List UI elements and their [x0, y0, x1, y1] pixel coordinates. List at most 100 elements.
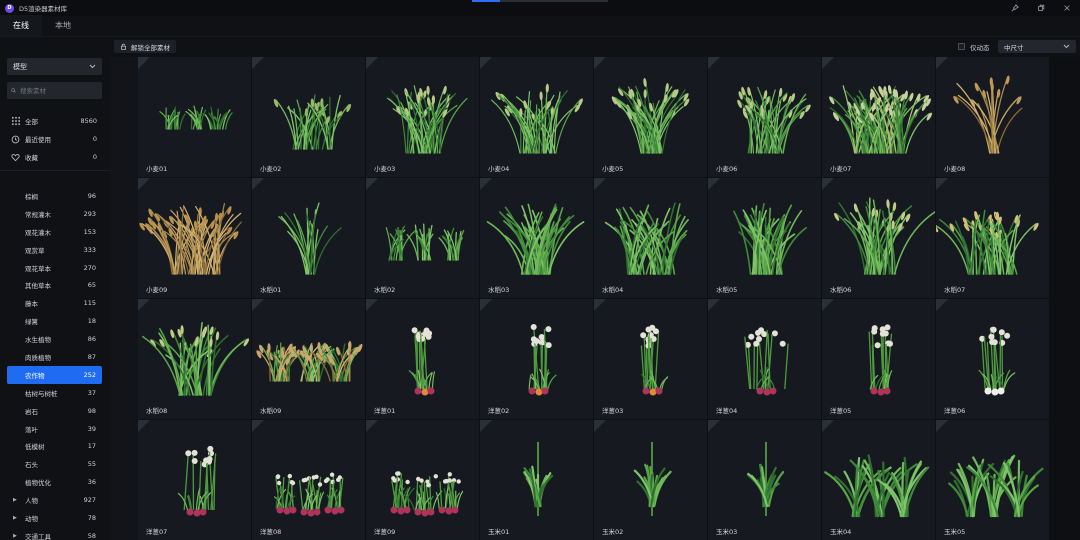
asset-thumbnail: [744, 327, 789, 396]
asset-card[interactable]: 洋葱09: [366, 420, 479, 540]
asset-card[interactable]: 小麦07: [822, 57, 935, 177]
asset-card[interactable]: 小麦09: [138, 178, 251, 298]
asset-name: 水稻01: [260, 286, 282, 294]
sidebar-category[interactable]: 农作物 252: [7, 365, 102, 384]
asset-thumbnail: [829, 85, 932, 154]
sidebar-category[interactable]: 观赏草 333: [7, 241, 102, 259]
sidebar-category[interactable]: 植物优化 36: [7, 473, 102, 491]
asset-card[interactable]: 洋葱01: [366, 299, 479, 419]
grid-right-gutter: [1053, 57, 1080, 540]
category-count: 270: [83, 263, 96, 272]
asset-card[interactable]: 小麦02: [252, 57, 365, 177]
asset-card[interactable]: 小麦04: [480, 57, 593, 177]
category-count: 17: [87, 442, 96, 451]
quick-favorites[interactable]: 收藏 0: [0, 148, 110, 166]
asset-thumbnail: [278, 202, 342, 275]
search-input[interactable]: [20, 86, 98, 95]
expand-arrow-icon[interactable]: ▶: [13, 533, 25, 539]
quick-recent[interactable]: 最近使用 0: [0, 130, 110, 148]
search-box[interactable]: [7, 82, 102, 99]
asset-card[interactable]: 水稻03: [480, 178, 593, 298]
asset-card[interactable]: 玉米05: [936, 420, 1049, 540]
asset-name: 玉米03: [716, 528, 738, 536]
category-label: 水生植物: [25, 336, 51, 345]
asset-card[interactable]: 洋葱02: [480, 299, 593, 419]
source-tabs: 在线 本地: [0, 15, 1080, 37]
asset-name: 水稻02: [374, 286, 396, 294]
asset-card[interactable]: 小麦08: [936, 57, 1049, 177]
search-icon: [11, 88, 16, 93]
sidebar-category[interactable]: 落叶 39: [7, 420, 102, 438]
asset-card[interactable]: 水稻05: [708, 178, 821, 298]
sidebar-category[interactable]: 石头 55: [7, 455, 102, 473]
sidebar-category[interactable]: 藤本 115: [7, 294, 102, 312]
asset-thumbnail: [385, 223, 465, 261]
sidebar-category[interactable]: 岩石 98: [7, 402, 102, 420]
category-label: 落叶: [25, 425, 38, 434]
asset-type-value: 模型: [13, 62, 27, 71]
asset-card[interactable]: 水稻02: [366, 178, 479, 298]
tab-local[interactable]: 本地: [42, 15, 84, 36]
size-select[interactable]: 中尺寸: [998, 40, 1076, 53]
animated-only-checkbox[interactable]: [958, 43, 965, 50]
sidebar-category[interactable]: ▶ 动物 78: [7, 509, 102, 527]
asset-card[interactable]: 洋葱05: [822, 299, 935, 419]
asset-name: 洋葱03: [602, 407, 624, 415]
sidebar-category[interactable]: 肉质植物 87: [7, 348, 102, 366]
quick-favorites-label: 收藏: [25, 154, 38, 162]
sidebar-category[interactable]: 观花灌木 153: [7, 223, 102, 241]
pin-icon: [1011, 4, 1019, 12]
sidebar-category[interactable]: 观花草本 270: [7, 259, 102, 277]
asset-thumbnail: [408, 327, 435, 396]
sidebar-category[interactable]: 水生植物 86: [7, 330, 102, 348]
sidebar-category[interactable]: ▶ 交通工具 58: [7, 527, 102, 540]
asset-card[interactable]: 玉米01: [480, 420, 593, 540]
asset-card[interactable]: 水稻07: [936, 178, 1049, 298]
asset-name: 小麦09: [146, 286, 168, 294]
asset-card[interactable]: 小麦01: [138, 57, 251, 177]
asset-card[interactable]: 水稻09: [252, 299, 365, 419]
asset-type-select[interactable]: 模型: [7, 58, 102, 75]
category-count: 927: [83, 496, 96, 505]
asset-card[interactable]: 玉米04: [822, 420, 935, 540]
tab-online[interactable]: 在线: [0, 15, 42, 36]
asset-card[interactable]: 洋葱04: [708, 299, 821, 419]
category-count: 86: [87, 335, 96, 344]
close-button[interactable]: [1054, 0, 1080, 16]
category-count: 87: [87, 352, 96, 361]
sidebar-category[interactable]: 绿篱 18: [7, 312, 102, 330]
asset-card[interactable]: 水稻08: [138, 299, 251, 419]
pin-button[interactable]: [1002, 0, 1028, 16]
asset-card[interactable]: 小麦03: [366, 57, 479, 177]
asset-card[interactable]: 洋葱07: [138, 420, 251, 540]
animated-only-toggle[interactable]: 仅动态: [958, 40, 990, 53]
asset-card[interactable]: 玉米03: [708, 420, 821, 540]
asset-name: 洋葱09: [374, 528, 396, 536]
asset-card[interactable]: 水稻06: [822, 178, 935, 298]
sidebar-category[interactable]: ▶ 人物 927: [7, 491, 102, 509]
sidebar-category[interactable]: 枯树与树桩 37: [7, 384, 102, 402]
asset-card[interactable]: 小麦05: [594, 57, 707, 177]
asset-thumbnail: [868, 324, 893, 396]
asset-card[interactable]: 洋葱03: [594, 299, 707, 419]
sidebar-category[interactable]: 低模树 17: [7, 437, 102, 455]
sidebar-category[interactable]: 其他草本 65: [7, 276, 102, 294]
asset-card[interactable]: 小麦06: [708, 57, 821, 177]
sidebar-category[interactable]: 棕榈 96: [7, 187, 102, 205]
restore-button[interactable]: [1028, 0, 1054, 16]
asset-card[interactable]: 洋葱06: [936, 299, 1049, 419]
category-count: 115: [83, 299, 96, 308]
expand-arrow-icon[interactable]: ▶: [13, 497, 25, 503]
asset-card[interactable]: 水稻04: [594, 178, 707, 298]
asset-card[interactable]: 水稻01: [252, 178, 365, 298]
asset-name: 玉米02: [602, 528, 624, 536]
unlock-all-button[interactable]: 解锁全部素材: [114, 40, 176, 53]
sidebar-category[interactable]: 常规灌木 293: [7, 205, 102, 223]
quick-all[interactable]: 全部 8560: [0, 112, 110, 130]
asset-card[interactable]: 玉米02: [594, 420, 707, 540]
expand-arrow-icon[interactable]: ▶: [13, 515, 25, 521]
category-count: 96: [87, 191, 96, 200]
asset-card[interactable]: 洋葱08: [252, 420, 365, 540]
grid-icon: [11, 117, 20, 126]
category-label: 肉质植物: [25, 353, 51, 362]
